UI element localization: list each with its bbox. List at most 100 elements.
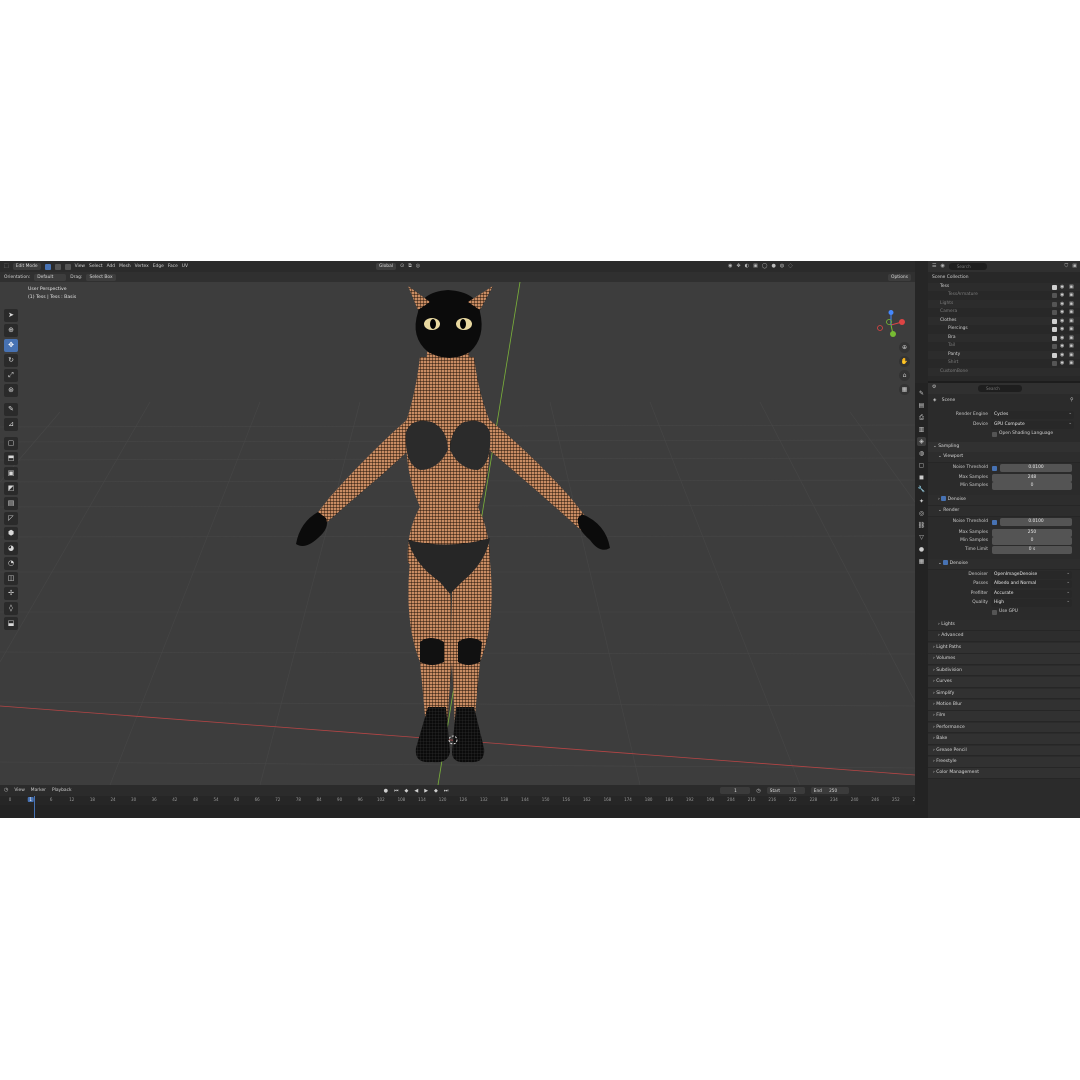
outliner-row[interactable]: Clothes ◉ ▣ [928, 316, 1080, 325]
render-engine-dropdown[interactable]: Cycles [991, 410, 1074, 419]
section-header[interactable]: › Grease Pencil [928, 745, 1080, 757]
gizmo-toggle-icon[interactable]: ✥ [737, 263, 741, 270]
camera-icon[interactable]: ▣ [1069, 291, 1074, 300]
section-header[interactable]: › Light Paths [928, 643, 1080, 654]
exclude-checkbox[interactable] [1052, 335, 1057, 341]
tool-rip-icon[interactable]: ⬓ [4, 617, 18, 630]
select-mode-face[interactable] [64, 263, 71, 270]
record-icon[interactable]: ● [384, 788, 388, 794]
new-collection-icon[interactable]: ▣ [1072, 263, 1077, 270]
modifier-tab-icon[interactable]: 🔧 [917, 485, 926, 494]
tool-spin-icon[interactable]: ◕ [4, 542, 18, 555]
osl-checkbox[interactable] [992, 432, 997, 437]
outliner-row[interactable]: Scene Collection [928, 274, 1080, 283]
section-r-denoise[interactable]: ⌄ Denoise [928, 559, 1080, 570]
object-tab-icon[interactable]: ◼ [917, 473, 926, 482]
exclude-checkbox[interactable] [1052, 352, 1057, 358]
properties-editor-icon[interactable]: ⚙ [932, 384, 936, 391]
play-reverse-icon[interactable]: ◀ [414, 788, 418, 794]
eye-icon[interactable]: ◉ [1060, 342, 1064, 351]
prev-key-icon[interactable]: ◆ [404, 788, 408, 794]
tool-shrink-icon[interactable]: ✢ [4, 587, 18, 600]
camera-icon[interactable]: ▣ [1069, 359, 1074, 368]
section-advanced[interactable]: › Advanced [928, 631, 1080, 642]
timeline-menu-marker[interactable]: Marker [31, 788, 46, 793]
vp-denoise-checkbox[interactable] [941, 496, 947, 501]
scene-tab-icon[interactable]: ◈ [917, 437, 926, 446]
pin-icon[interactable]: ⚲ [1070, 397, 1074, 404]
view-layer-tab-icon[interactable]: ▥ [917, 425, 926, 434]
section-header[interactable]: › Film [928, 711, 1080, 722]
snap-icon[interactable]: ⧉ [408, 263, 412, 270]
passes-dropdown[interactable]: Albedo and Normal [991, 579, 1072, 588]
zoom-icon[interactable]: ⊕ [899, 342, 910, 353]
jump-start-icon[interactable]: ⏮ [394, 788, 399, 794]
eye-icon[interactable]: ◉ [1060, 291, 1064, 300]
section-header[interactable]: › Motion Blur [928, 700, 1080, 711]
menu-select[interactable]: Select [89, 264, 103, 269]
next-key-icon[interactable]: ◆ [434, 788, 438, 794]
camera-icon[interactable]: ▣ [1069, 308, 1074, 317]
properties-search-input[interactable]: Search [978, 385, 1022, 392]
orientation-dropdown[interactable]: Default [34, 273, 67, 281]
camera-icon[interactable]: ▣ [1069, 342, 1074, 351]
texture-tab-icon[interactable]: ▦ [917, 557, 926, 566]
menu-uv[interactable]: UV [182, 264, 188, 269]
section-viewport[interactable]: ⌄ Viewport [928, 452, 1080, 463]
jump-end-icon[interactable]: ⏭ [444, 788, 449, 794]
section-lights[interactable]: › Lights [928, 620, 1080, 631]
camera-view-icon[interactable]: ⌂ [899, 370, 910, 381]
menu-vertex[interactable]: Vertex [135, 264, 149, 269]
shading-solid-icon[interactable]: ● [771, 263, 775, 270]
outliner-row[interactable]: Piercings ◉ ▣ [928, 325, 1080, 334]
drag-dropdown[interactable]: Select Box [86, 273, 116, 281]
menu-face[interactable]: Face [168, 264, 178, 269]
section-vp-denoise[interactable]: › Denoise [928, 495, 1080, 506]
outliner-row[interactable]: Camera ◉ ▣ [928, 308, 1080, 317]
quality-dropdown[interactable]: High [991, 598, 1072, 607]
options-dropdown[interactable]: Options [888, 273, 911, 281]
exclude-checkbox[interactable] [1052, 344, 1057, 349]
outliner-row[interactable]: CustomBone [928, 367, 1080, 376]
tool-tab-icon[interactable]: ✎ [917, 389, 926, 398]
tool-select-icon[interactable]: ➤ [4, 309, 18, 322]
section-header[interactable]: › Bake [928, 734, 1080, 745]
tool-inset-icon[interactable]: ▣ [4, 467, 18, 480]
filter-icon[interactable]: ⛉ [1065, 263, 1069, 270]
section-render[interactable]: ⌄ Render [928, 506, 1080, 517]
menu-edge[interactable]: Edge [153, 264, 164, 269]
tool-transform-icon[interactable]: ⊛ [4, 384, 18, 397]
tool-extrude-icon[interactable]: ⬒ [4, 452, 18, 465]
section-header[interactable]: › Simplify [928, 688, 1080, 700]
menu-add[interactable]: Add [107, 264, 116, 269]
mode-dropdown[interactable]: Edit Mode [12, 263, 41, 270]
outliner-row[interactable]: Tail ◉ ▣ [928, 342, 1080, 351]
world-tab-icon[interactable]: ◍ [917, 449, 926, 458]
timeline-menu-view[interactable]: View [14, 788, 24, 793]
tool-cursor-icon[interactable]: ⊕ [4, 324, 18, 337]
eye-icon[interactable]: ◉ [1060, 334, 1064, 343]
menu-view[interactable]: View [75, 264, 85, 269]
timeline-menu-playback[interactable]: Playback [52, 788, 72, 793]
camera-icon[interactable]: ▣ [1069, 300, 1074, 309]
tool-rotate-icon[interactable]: ↻ [4, 354, 18, 367]
overlay-icon[interactable]: ◐ [745, 263, 749, 270]
outliner-row[interactable]: TessArmature ◉ ▣ [928, 291, 1080, 300]
current-frame-field[interactable]: 1 [720, 787, 751, 794]
editor-type-icon[interactable]: ⬚ [4, 263, 9, 270]
outliner-row[interactable]: Panty ◉ ▣ [928, 350, 1080, 359]
navigation-gizmo[interactable] [876, 310, 906, 340]
denoiser-dropdown[interactable]: OpenImageDenoise [991, 570, 1072, 579]
r-denoise-checkbox[interactable] [943, 560, 949, 565]
material-tab-icon[interactable]: ● [917, 545, 926, 554]
physics-tab-icon[interactable]: ◎ [917, 509, 926, 518]
vp-max-samples-field[interactable]: 248 [992, 474, 1072, 482]
select-mode-vertex[interactable] [44, 263, 51, 270]
playhead-line[interactable] [34, 796, 35, 818]
exclude-checkbox[interactable] [1052, 318, 1057, 324]
shading-rendered-icon[interactable]: ◌ [788, 263, 792, 270]
eye-icon[interactable]: ◉ [1060, 359, 1064, 368]
outliner-row[interactable]: Shirt ◉ ▣ [928, 359, 1080, 368]
transform-orientation-dropdown[interactable]: Global [376, 263, 397, 270]
3d-viewport[interactable]: User Perspective (1) Tess | Tess : Basis… [0, 282, 915, 785]
